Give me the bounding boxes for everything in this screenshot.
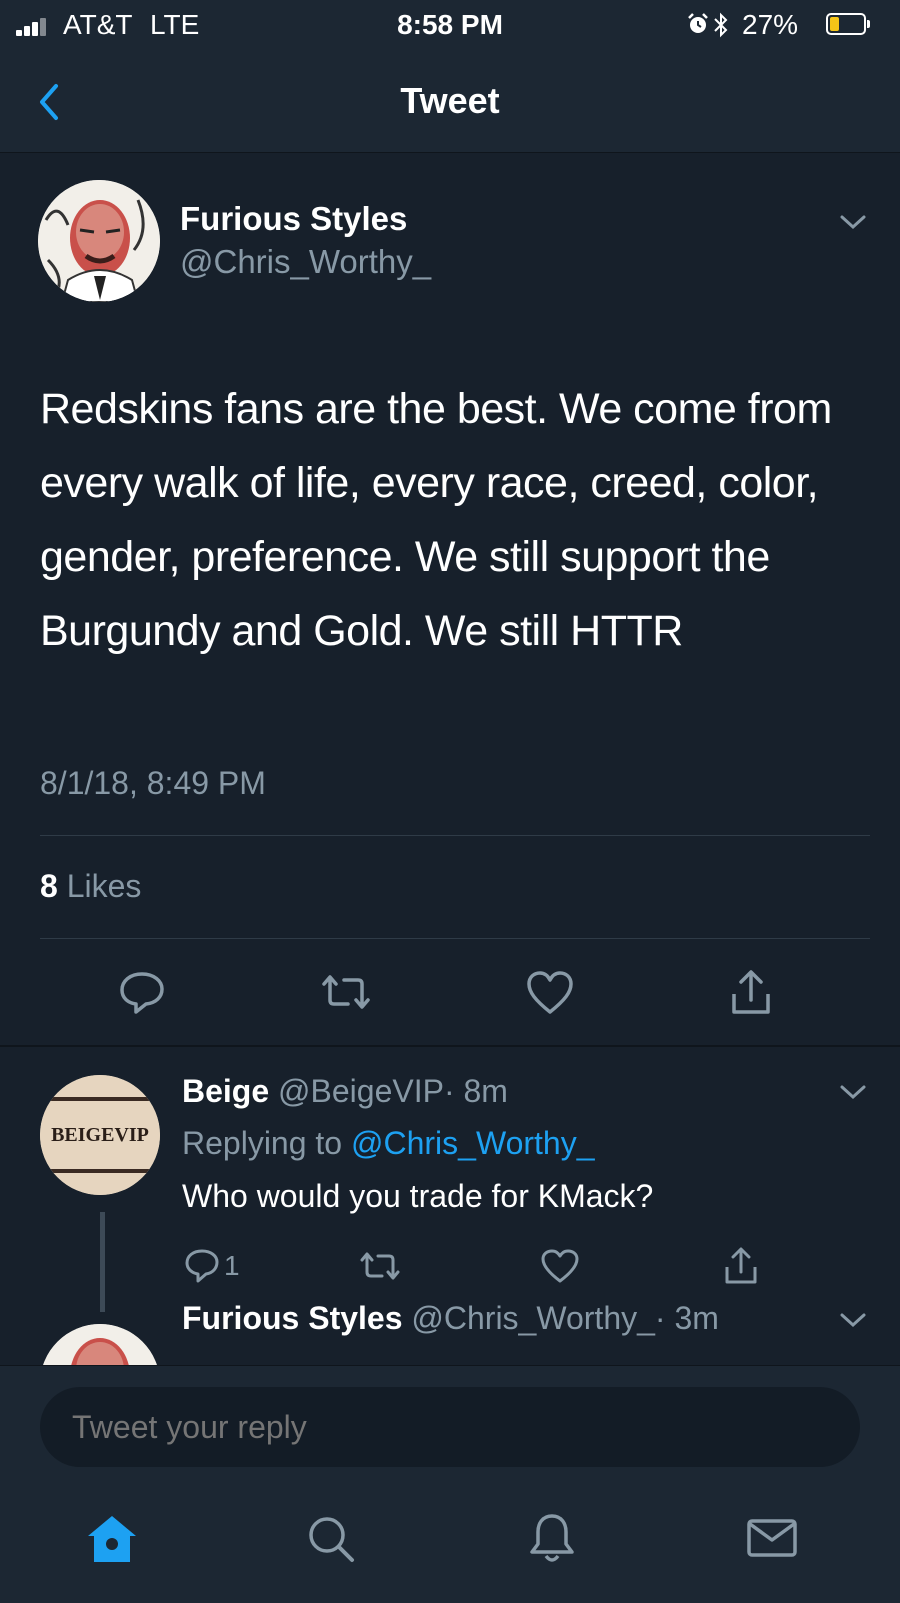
- author-name[interactable]: Furious Styles: [180, 200, 407, 238]
- alarm-icon: [688, 13, 708, 33]
- likes-label: Likes: [66, 868, 142, 904]
- reply-text: Who would you trade for KMack?: [182, 1178, 654, 1214]
- reply-avatar-furious[interactable]: [40, 1324, 160, 1365]
- home-icon[interactable]: [86, 1514, 138, 1564]
- reply-time: · 8m: [443, 1073, 508, 1109]
- replying-to-handle[interactable]: @Chris_Worthy_: [351, 1125, 595, 1161]
- reply-header: Beige @BeigeVIP· 8m: [182, 1073, 508, 1110]
- divider: [40, 938, 870, 939]
- reply-header: Furious Styles @Chris_Worthy_· 3m: [182, 1300, 719, 1337]
- reply-icon[interactable]: [118, 970, 166, 1016]
- replying-to-label: Replying to: [182, 1125, 343, 1161]
- tweet-text: Redskins fans are the best. We come from…: [40, 385, 832, 655]
- like-icon[interactable]: [540, 1248, 580, 1284]
- author-avatar[interactable]: [38, 180, 160, 302]
- share-icon[interactable]: [728, 968, 774, 1018]
- chevron-down-icon[interactable]: [838, 212, 868, 232]
- reply-item-2[interactable]: Furious Styles @Chris_Worthy_· 3m: [0, 1290, 900, 1365]
- search-icon[interactable]: [306, 1514, 356, 1564]
- chevron-down-icon[interactable]: [838, 1082, 868, 1102]
- retweet-icon[interactable]: [318, 972, 374, 1012]
- likes-count: 8: [40, 868, 58, 904]
- divider: [40, 835, 870, 836]
- retweet-icon[interactable]: [358, 1250, 402, 1282]
- battery-percent: 27%: [742, 9, 799, 40]
- share-icon[interactable]: [722, 1246, 760, 1286]
- reply-author-name[interactable]: Beige: [182, 1073, 269, 1109]
- nav-bar: Tweet: [0, 52, 900, 153]
- reply-time: · 3m: [654, 1300, 719, 1336]
- reply-avatar-beige[interactable]: BEIGEVIP: [40, 1075, 160, 1195]
- reply-author-handle[interactable]: @Chris_Worthy_: [411, 1300, 655, 1336]
- tweet-timestamp: 8/1/18, 8:49 PM: [40, 765, 266, 801]
- tab-bar: [0, 1474, 900, 1603]
- section-divider: [0, 1045, 900, 1047]
- like-icon[interactable]: [525, 970, 575, 1016]
- battery-tip: [867, 20, 870, 28]
- battery-icon: [826, 13, 866, 35]
- page-title: Tweet: [400, 80, 500, 121]
- beigevip-logo-text: BEIGEVIP: [51, 1124, 149, 1146]
- reply-author-name[interactable]: Furious Styles: [182, 1300, 403, 1336]
- likes-row[interactable]: 8 Likes: [40, 868, 141, 905]
- reply-author-handle[interactable]: @BeigeVIP: [278, 1073, 444, 1109]
- notifications-icon[interactable]: [528, 1512, 576, 1566]
- bluetooth-icon: [714, 12, 728, 38]
- reply-input[interactable]: [40, 1387, 860, 1467]
- messages-icon[interactable]: [746, 1518, 798, 1558]
- replying-to: Replying to @Chris_Worthy_: [182, 1125, 595, 1162]
- reply-count: 1: [224, 1250, 240, 1281]
- status-bar: AT&T LTE 8:58 PM 27%: [0, 0, 900, 52]
- reply-icon[interactable]: [184, 1248, 220, 1284]
- chevron-down-icon[interactable]: [838, 1310, 868, 1330]
- author-handle[interactable]: @Chris_Worthy_: [180, 243, 431, 281]
